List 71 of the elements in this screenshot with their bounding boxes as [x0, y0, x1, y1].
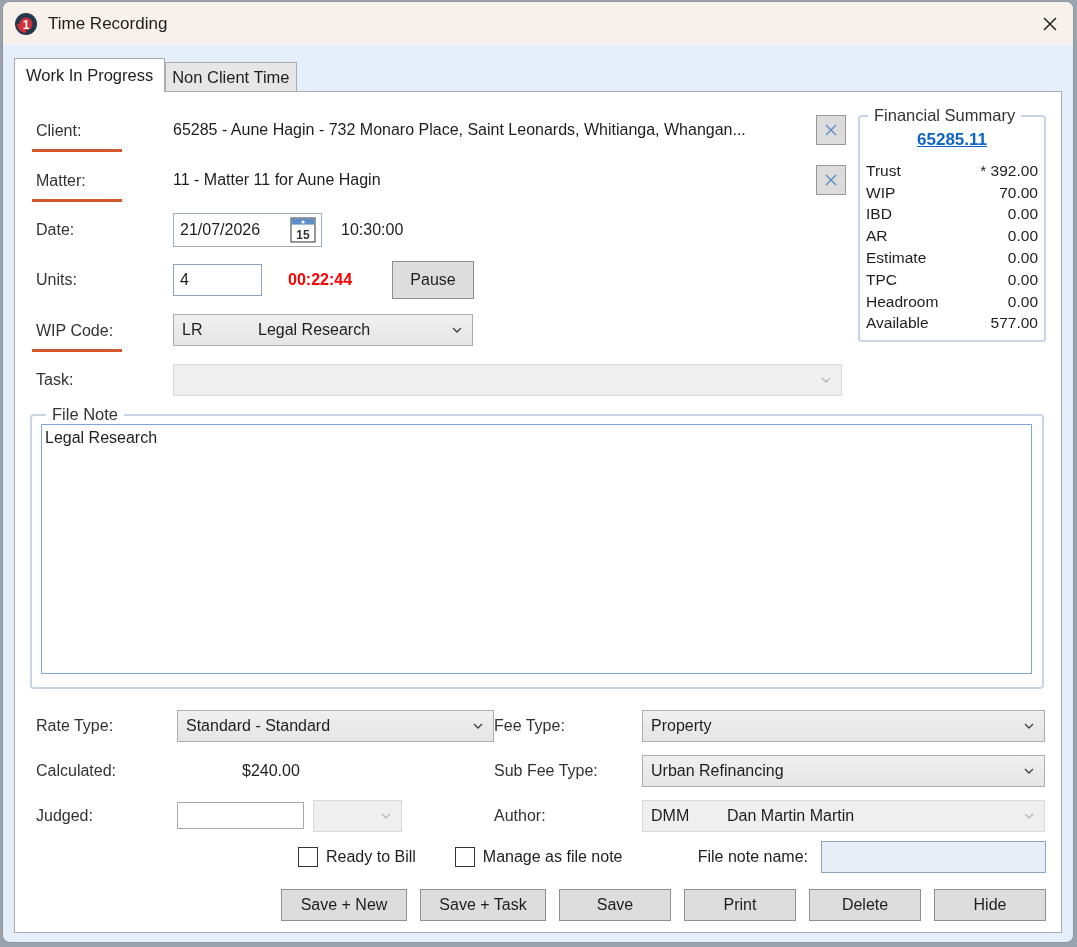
summary-label: Trust [866, 161, 901, 180]
checkbox[interactable] [454, 847, 475, 867]
chevron-icon [452, 327, 462, 333]
chevron-icon [1024, 767, 1034, 774]
fee-type-dropdown[interactable]: Property [642, 709, 1045, 742]
summary-label: WIP [866, 183, 896, 202]
action-button[interactable]: Hide [934, 889, 1046, 921]
summary-label: Estimate [866, 249, 927, 268]
action-button[interactable]: Print [684, 889, 796, 921]
field-label: Author: [494, 806, 547, 825]
summary-value: 0.00 [1007, 205, 1038, 224]
field-label: Date: [35, 221, 76, 239]
field-label: Rate Type: [36, 716, 115, 735]
rate-type-dropdown[interactable]: Standard - Standard [177, 709, 494, 742]
close-icon [825, 124, 837, 136]
close-icon [1043, 16, 1057, 31]
summary-value: 70.00 [999, 183, 1038, 202]
summary-label: IBD [866, 205, 892, 224]
pause-button[interactable]: Pause [392, 261, 474, 299]
chevron-icon [821, 377, 831, 383]
field-label: Sub Fee Type: [494, 761, 599, 780]
account-link[interactable]: 65285.11 [866, 130, 1038, 150]
summary-label: AR [866, 227, 888, 246]
action-button[interactable]: Save + Task [420, 889, 546, 921]
checkbox-label: Ready to Bill [326, 848, 416, 866]
wip-code-dropdown[interactable]: LR Legal Research [173, 314, 473, 346]
summary-value: * 392.00 [980, 161, 1038, 180]
chevron-icon [473, 722, 483, 729]
file-note-name-field[interactable] [821, 841, 1046, 873]
timer-text: 00:22:44 [288, 271, 354, 289]
close-icon [825, 174, 837, 186]
chevron-icon [1024, 812, 1034, 819]
summary-value: 0.00 [1007, 227, 1038, 246]
action-button[interactable]: Delete [809, 889, 921, 921]
field-label: Task: [35, 371, 75, 389]
date-field[interactable]: 21/07/2026 15 [173, 213, 322, 247]
field-label: Calculated: [36, 761, 118, 780]
clear-button[interactable] [816, 115, 846, 145]
field-value: 65285 - Aune Hagin - 732 Monaro Place, Saint Leonards, Whitianga, Whangan... [173, 121, 746, 139]
summary-value: 577.00 [990, 314, 1038, 333]
chevron-icon [1024, 722, 1034, 729]
judged-field[interactable] [177, 802, 304, 829]
group-title: Financial Summary [873, 106, 1017, 125]
summary-value: 0.00 [1007, 270, 1038, 289]
group-title: File Note [51, 405, 120, 424]
units-field[interactable]: 4 [173, 264, 262, 296]
fee-type-dropdown[interactable]: Urban Refinancing [642, 754, 1045, 787]
window-title: Time Recording [48, 13, 168, 34]
field-label: File note name: [697, 848, 808, 866]
action-button[interactable]: Save [559, 889, 671, 921]
calendar-icon: 15 [290, 217, 316, 243]
clear-button[interactable] [816, 165, 846, 195]
amount-text: $240.00 [242, 761, 300, 780]
tab[interactable]: Non Client Time [165, 62, 297, 91]
app-logo: 1 [14, 11, 38, 36]
action-button[interactable]: Save + New [281, 889, 407, 921]
field-label: Units: [35, 271, 78, 289]
summary-label: Headroom [866, 292, 939, 311]
summary-value: 0.00 [1007, 292, 1038, 311]
summary-label: Available [866, 314, 929, 333]
field-value: 11 - Matter 11 for Aune Hagin [173, 171, 381, 189]
summary-label: TPC [866, 270, 897, 289]
field-label: Judged: [36, 806, 94, 825]
time-text: 10:30:00 [341, 221, 404, 239]
checkbox-label: Manage as file note [482, 848, 623, 866]
chevron-icon [381, 812, 391, 819]
summary-value: 0.00 [1007, 249, 1038, 268]
checkbox[interactable] [298, 847, 318, 867]
field-label: Fee Type: [494, 716, 566, 735]
tab[interactable]: Work In Progress [14, 58, 166, 92]
file-note-field[interactable]: Legal Research [41, 424, 1032, 674]
